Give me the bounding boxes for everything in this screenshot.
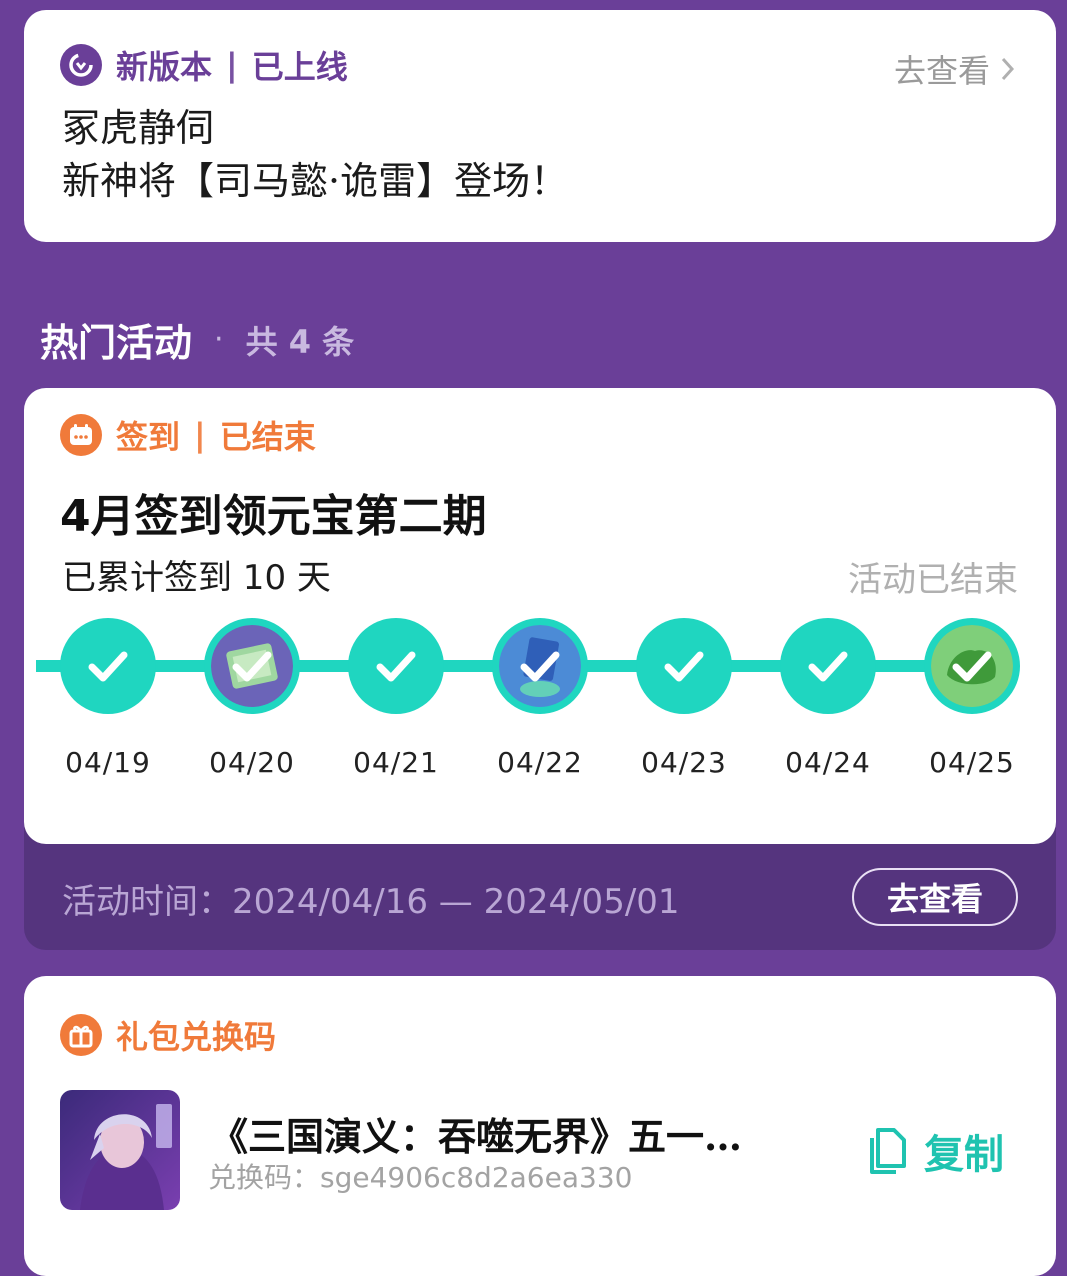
gift-tag-row: 礼包兑换码: [60, 1012, 276, 1058]
section-title: 热门活动: [40, 321, 193, 365]
calendar-icon: [60, 414, 102, 456]
version-goto-link[interactable]: 去查看: [894, 46, 1016, 92]
signin-goto-button[interactable]: 去查看: [852, 868, 1018, 926]
version-line-1: 冢虎静伺: [62, 106, 215, 150]
version-goto-label: 去查看: [893, 52, 990, 90]
signin-tag-status: 已结束: [219, 418, 316, 456]
reward-item-icon: [204, 618, 300, 714]
signin-day-date: 04/23: [641, 746, 727, 779]
signin-ended-label: 活动已结束: [848, 560, 1018, 600]
checkmark-icon: [808, 651, 848, 682]
signin-tag-row: 签到 | 已结束: [60, 412, 316, 458]
version-tag-row: 新版本 | 已上线: [60, 42, 348, 88]
gift-icon: [60, 1014, 102, 1056]
signin-day: 04/25: [924, 618, 1020, 779]
section-header: 热门活动 · 共 4 条: [40, 312, 354, 367]
reward-item-icon: [924, 618, 1020, 714]
checkmark-icon: [520, 651, 560, 682]
check-circle-icon: [636, 618, 732, 714]
signin-time-range: 活动时间：2024/04/16 — 2024/05/01: [62, 882, 680, 922]
version-update-icon: [60, 44, 102, 86]
version-tag-status: 已上线: [251, 48, 348, 86]
checkmark-icon: [88, 651, 128, 682]
check-circle-icon: [780, 618, 876, 714]
version-tag-label: 新版本: [116, 48, 213, 86]
signin-title: 4月签到领元宝第二期: [60, 491, 487, 542]
checkmark-icon: [232, 651, 272, 682]
version-line-2: 新神将【司马懿·诡雷】登场！: [62, 159, 569, 203]
chevron-right-icon: [1001, 57, 1015, 81]
copy-label: 复制: [924, 1132, 1004, 1178]
checkmark-icon: [952, 651, 992, 682]
signin-day-date: 04/19: [65, 746, 151, 779]
version-tag-separator: |: [226, 46, 238, 84]
signin-day: 04/19: [60, 618, 156, 779]
copy-button[interactable]: 复制: [864, 1122, 1004, 1180]
version-card[interactable]: 新版本 | 已上线 去查看 冢虎静伺 新神将【司马懿·诡雷】登场！: [24, 10, 1056, 242]
signin-day-date: 04/21: [353, 746, 439, 779]
signin-days-count: 已累计签到 10 天: [62, 558, 331, 598]
section-dot: ·: [214, 322, 224, 357]
signin-day: 04/20: [204, 618, 300, 779]
checkmark-icon: [664, 651, 704, 682]
signin-day-date: 04/24: [785, 746, 871, 779]
section-count: 共 4 条: [245, 322, 355, 361]
signin-card[interactable]: 签到 | 已结束 4月签到领元宝第二期 已累计签到 10 天 活动已结束 04/…: [24, 388, 1056, 844]
signin-day-date: 04/20: [209, 746, 295, 779]
version-announcement: 冢虎静伺 新神将【司马懿·诡雷】登场！: [62, 102, 568, 208]
reward-item-icon: [492, 618, 588, 714]
signin-day: 04/23: [636, 618, 732, 779]
signin-tag-label: 签到: [116, 418, 181, 456]
check-circle-icon: [60, 618, 156, 714]
gift-game-avatar: [60, 1090, 180, 1210]
checkmark-icon: [376, 651, 416, 682]
gift-package-name: 《三国演义：吞噬无界》五一…: [210, 1114, 743, 1159]
gift-code: 兑换码：sge4906c8d2a6ea330: [208, 1161, 633, 1194]
copy-icon: [870, 1128, 906, 1174]
signin-day: 04/21: [348, 618, 444, 779]
gift-tag-label: 礼包兑换码: [116, 1018, 277, 1056]
signin-day: 04/22: [492, 618, 588, 779]
check-circle-icon: [348, 618, 444, 714]
signin-day-date: 04/25: [929, 746, 1015, 779]
signin-tag-separator: |: [194, 416, 206, 454]
gift-card: 礼包兑换码 《三国演义：吞噬无界》五一… 兑换码：sge4906c8d2a6ea…: [24, 976, 1056, 1276]
signin-day-date: 04/22: [497, 746, 583, 779]
signin-day: 04/24: [780, 618, 876, 779]
